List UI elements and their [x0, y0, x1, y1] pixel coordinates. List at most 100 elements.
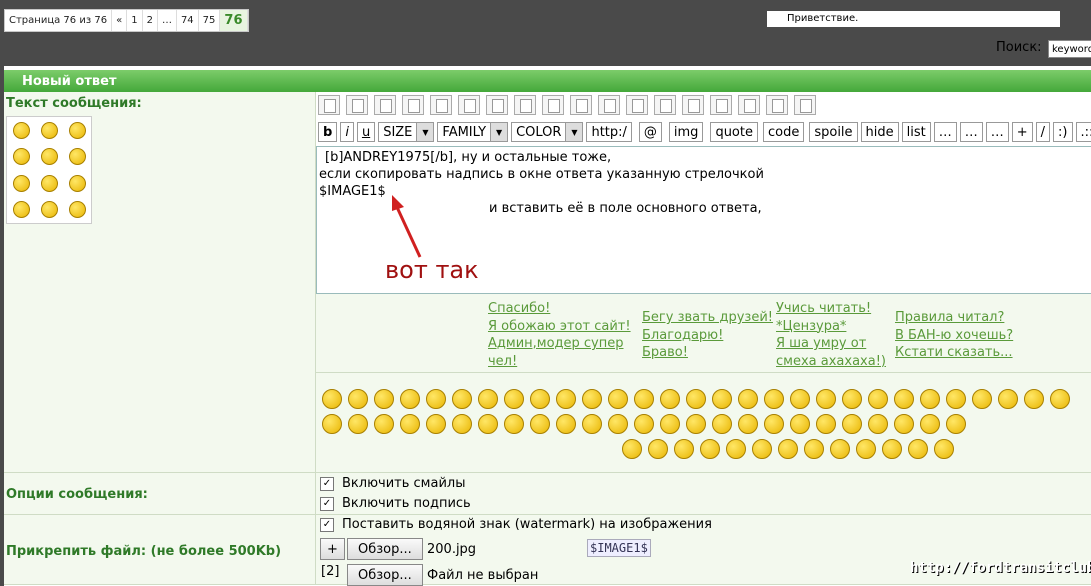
emoticon-icon[interactable]	[374, 389, 394, 409]
emoticon-icon[interactable]	[752, 439, 772, 459]
emoticon-icon[interactable]	[712, 414, 732, 434]
slash-button[interactable]: /	[1036, 122, 1050, 142]
emoticon-icon[interactable]	[426, 414, 446, 434]
emoticon-icon[interactable]	[452, 389, 472, 409]
quick-link[interactable]: Я обожаю этот сайт!	[488, 318, 631, 336]
emoticon-icon[interactable]	[830, 439, 850, 459]
list-item-button[interactable]: …	[934, 122, 957, 142]
smiley-icon[interactable]	[69, 148, 86, 165]
emoticon-icon[interactable]	[504, 414, 524, 434]
smiley-icon[interactable]	[13, 175, 30, 192]
quick-link[interactable]: Спасибо!	[488, 300, 631, 318]
emoticon-icon[interactable]	[1024, 389, 1044, 409]
code-button[interactable]: code	[763, 122, 804, 142]
format-image-icon[interactable]	[682, 95, 704, 115]
emoticon-icon[interactable]	[972, 389, 992, 409]
emoticon-icon[interactable]	[790, 414, 810, 434]
watermark-option[interactable]: ✓Поставить водяной знак (watermark) на и…	[320, 517, 712, 532]
smiley-icon[interactable]	[41, 122, 58, 139]
smiley-icon[interactable]	[13, 122, 30, 139]
checkbox-checked-icon[interactable]: ✓	[320, 518, 334, 532]
enable-smilies-option[interactable]: ✓Включить смайлы	[320, 476, 465, 491]
bold-button[interactable]: b	[318, 122, 337, 142]
format-image-icon[interactable]	[430, 95, 452, 115]
emoticon-icon[interactable]	[868, 389, 888, 409]
emoticon-icon[interactable]	[946, 414, 966, 434]
italic-button[interactable]: i	[340, 122, 354, 142]
emoticon-icon[interactable]	[674, 439, 694, 459]
emoticon-icon[interactable]	[738, 389, 758, 409]
family-select[interactable]: FAMILY▼	[437, 122, 508, 142]
emoticon-icon[interactable]	[842, 389, 862, 409]
emoticon-icon[interactable]	[478, 414, 498, 434]
emoticon-icon[interactable]	[790, 389, 810, 409]
emoticon-icon[interactable]	[322, 414, 342, 434]
quick-link[interactable]: смеха ахахаха!)	[776, 353, 886, 371]
emoticon-icon[interactable]	[452, 414, 472, 434]
smiley-icon[interactable]	[13, 148, 30, 165]
format-image-icon[interactable]	[486, 95, 508, 115]
checkbox-checked-icon[interactable]: ✓	[320, 477, 334, 491]
format-image-icon[interactable]	[570, 95, 592, 115]
format-image-icon[interactable]	[374, 95, 396, 115]
emoticon-icon[interactable]	[934, 439, 954, 459]
emoticon-icon[interactable]	[686, 389, 706, 409]
emoticon-icon[interactable]	[908, 439, 928, 459]
emoticon-icon[interactable]	[556, 414, 576, 434]
format-image-icon[interactable]	[402, 95, 424, 115]
format-image-icon[interactable]	[766, 95, 788, 115]
img-button[interactable]: img	[669, 122, 704, 142]
quick-link[interactable]: Бегу звать друзей!	[642, 309, 773, 327]
emoticon-icon[interactable]	[478, 389, 498, 409]
format-image-icon[interactable]	[318, 95, 340, 115]
email-button[interactable]: @	[639, 122, 662, 142]
format-image-icon[interactable]	[794, 95, 816, 115]
format-image-icon[interactable]	[738, 95, 760, 115]
emoticon-icon[interactable]	[804, 439, 824, 459]
emoticon-icon[interactable]	[686, 414, 706, 434]
quick-link[interactable]: Учись читать!	[776, 300, 886, 318]
page-first-link[interactable]: «	[112, 10, 127, 31]
quick-link[interactable]: Админ,модер супер	[488, 335, 631, 353]
emoticon-icon[interactable]	[374, 414, 394, 434]
emoticon-icon[interactable]	[738, 414, 758, 434]
enable-signature-option[interactable]: ✓Включить подпись	[320, 496, 471, 511]
format-image-icon[interactable]	[542, 95, 564, 115]
add-file-button[interactable]: +	[320, 538, 345, 560]
emoticon-icon[interactable]	[894, 389, 914, 409]
emoticon-icon[interactable]	[582, 414, 602, 434]
url-button[interactable]: http:/	[586, 122, 631, 142]
more-button[interactable]: .::	[1076, 122, 1091, 142]
emoticon-icon[interactable]	[608, 414, 628, 434]
emoticon-icon[interactable]	[946, 389, 966, 409]
page-link-74[interactable]: 74	[177, 10, 199, 31]
emoticon-icon[interactable]	[660, 389, 680, 409]
format-image-icon[interactable]	[710, 95, 732, 115]
smiley-icon[interactable]	[41, 175, 58, 192]
emoticon-icon[interactable]	[816, 389, 836, 409]
smiley-icon[interactable]	[69, 122, 86, 139]
emoticon-icon[interactable]	[622, 439, 642, 459]
emoticon-icon[interactable]	[348, 414, 368, 434]
quick-link[interactable]: Кстати сказать...	[895, 344, 1013, 362]
format-image-icon[interactable]	[514, 95, 536, 115]
checkbox-checked-icon[interactable]: ✓	[320, 497, 334, 511]
quick-link[interactable]: чел!	[488, 353, 631, 371]
emoticon-icon[interactable]	[920, 389, 940, 409]
extra-button-2[interactable]: …	[986, 122, 1009, 142]
quick-link[interactable]: Благодарю!	[642, 327, 773, 345]
emoticon-icon[interactable]	[894, 414, 914, 434]
color-select[interactable]: COLOR▼	[511, 122, 583, 142]
smiley-icon[interactable]	[13, 201, 30, 218]
emoticon-icon[interactable]	[400, 389, 420, 409]
emoticon-icon[interactable]	[582, 389, 602, 409]
emoticon-icon[interactable]	[648, 439, 668, 459]
emoticon-icon[interactable]	[726, 439, 746, 459]
size-select[interactable]: SIZE▼	[378, 122, 434, 142]
emoticon-icon[interactable]	[530, 389, 550, 409]
format-image-icon[interactable]	[346, 95, 368, 115]
smile-button[interactable]: :)	[1053, 122, 1072, 142]
smiley-icon[interactable]	[41, 201, 58, 218]
quick-link[interactable]: Браво!	[642, 344, 773, 362]
extra-button-1[interactable]: …	[960, 122, 983, 142]
